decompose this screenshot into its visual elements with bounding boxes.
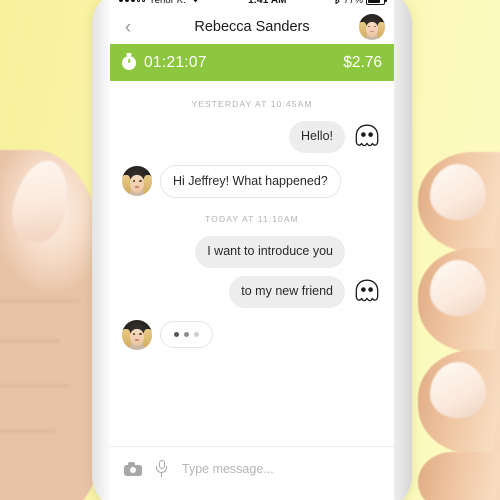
day-separator: TODAY AT 11:10AM bbox=[205, 214, 299, 225]
message-row: Hi Jeffrey! What happened? bbox=[122, 164, 382, 199]
finger-nail bbox=[430, 362, 486, 418]
left-hand-thumb bbox=[0, 150, 105, 500]
message-row: Hello! bbox=[122, 121, 382, 153]
avatar-eye bbox=[138, 180, 142, 182]
message-bubble[interactable]: Hello! bbox=[289, 121, 345, 153]
finger bbox=[418, 152, 500, 252]
message-composer: Type message... bbox=[110, 446, 394, 490]
avatar-hair bbox=[143, 328, 152, 350]
status-bar-left: Yehor K. bbox=[119, 0, 201, 6]
finger-nail bbox=[430, 164, 486, 220]
message-bubble[interactable]: I want to introduce you bbox=[195, 236, 345, 268]
ghost-avatar[interactable] bbox=[352, 277, 382, 307]
skin-crease bbox=[0, 340, 60, 342]
finger-nail bbox=[430, 260, 486, 316]
avatar-face bbox=[129, 328, 145, 346]
typing-indicator bbox=[160, 321, 213, 348]
session-amount: $2.76 bbox=[343, 53, 382, 71]
message-list[interactable]: YESTERDAY AT 10:45AM Hello! Hi Jeffrey! … bbox=[110, 81, 394, 446]
bluetooth-icon bbox=[334, 0, 341, 7]
ghost-avatar[interactable] bbox=[352, 122, 382, 152]
avatar-face bbox=[365, 21, 379, 37]
typing-dot bbox=[184, 332, 189, 337]
message-bubble[interactable]: Hi Jeffrey! What happened? bbox=[160, 164, 341, 199]
skin-crease bbox=[0, 430, 55, 432]
typing-dot bbox=[174, 332, 179, 337]
avatar-eye bbox=[138, 333, 142, 335]
avatar-hair bbox=[377, 21, 385, 40]
avatar-eye bbox=[132, 333, 136, 335]
finger bbox=[418, 248, 500, 352]
camera-lens bbox=[130, 467, 136, 473]
microphone-icon[interactable] bbox=[156, 460, 168, 477]
typing-indicator-row bbox=[122, 319, 382, 350]
skin-crease bbox=[0, 300, 80, 302]
contact-avatar[interactable] bbox=[122, 166, 152, 197]
status-bar-right: 77% bbox=[334, 0, 387, 7]
phone-screen: Yehor K. 1:41 AM 77% ‹ Rebecca Sanders 0… bbox=[110, 0, 394, 500]
timer-group: 01:21:07 bbox=[122, 54, 207, 72]
right-hand-fingers bbox=[410, 152, 500, 500]
message-input[interactable]: Type message... bbox=[182, 462, 274, 476]
elapsed-time: 01:21:07 bbox=[144, 53, 207, 71]
status-bar: Yehor K. 1:41 AM 77% bbox=[110, 0, 394, 10]
chat-header: ‹ Rebecca Sanders bbox=[110, 10, 394, 44]
typing-dot bbox=[194, 332, 199, 337]
mic-stem bbox=[161, 472, 163, 477]
page-title: Rebecca Sanders bbox=[194, 19, 310, 35]
skin-crease bbox=[0, 385, 70, 387]
wifi-icon bbox=[190, 0, 201, 6]
avatar-hair bbox=[143, 175, 152, 197]
finger bbox=[418, 452, 500, 500]
message-row: to my new friend bbox=[122, 275, 382, 308]
thumb-nail bbox=[5, 154, 77, 248]
camera-icon[interactable] bbox=[124, 461, 142, 476]
avatar-mouth bbox=[135, 185, 140, 188]
contact-avatar[interactable] bbox=[359, 14, 385, 40]
avatar-mouth bbox=[135, 338, 140, 341]
finger bbox=[418, 350, 500, 454]
avatar-eye bbox=[132, 180, 136, 182]
signal-dots-icon bbox=[119, 0, 145, 2]
carrier-name: Yehor K. bbox=[149, 0, 186, 6]
phone-device: Yehor K. 1:41 AM 77% ‹ Rebecca Sanders 0… bbox=[92, 0, 412, 500]
avatar-face bbox=[129, 175, 145, 193]
stopwatch-icon bbox=[122, 55, 136, 70]
day-separator: YESTERDAY AT 10:45AM bbox=[191, 99, 313, 109]
message-row: I want to introduce you bbox=[122, 236, 382, 268]
message-bubble[interactable]: to my new friend bbox=[229, 275, 345, 308]
battery-percent-label: 77% bbox=[343, 0, 363, 6]
status-bar-time: 1:41 AM bbox=[247, 0, 287, 6]
battery-icon bbox=[366, 0, 387, 5]
session-timer-bar[interactable]: 01:21:07 $2.76 bbox=[110, 44, 394, 81]
back-chevron-icon[interactable]: ‹ bbox=[119, 18, 137, 37]
contact-avatar[interactable] bbox=[122, 319, 152, 350]
